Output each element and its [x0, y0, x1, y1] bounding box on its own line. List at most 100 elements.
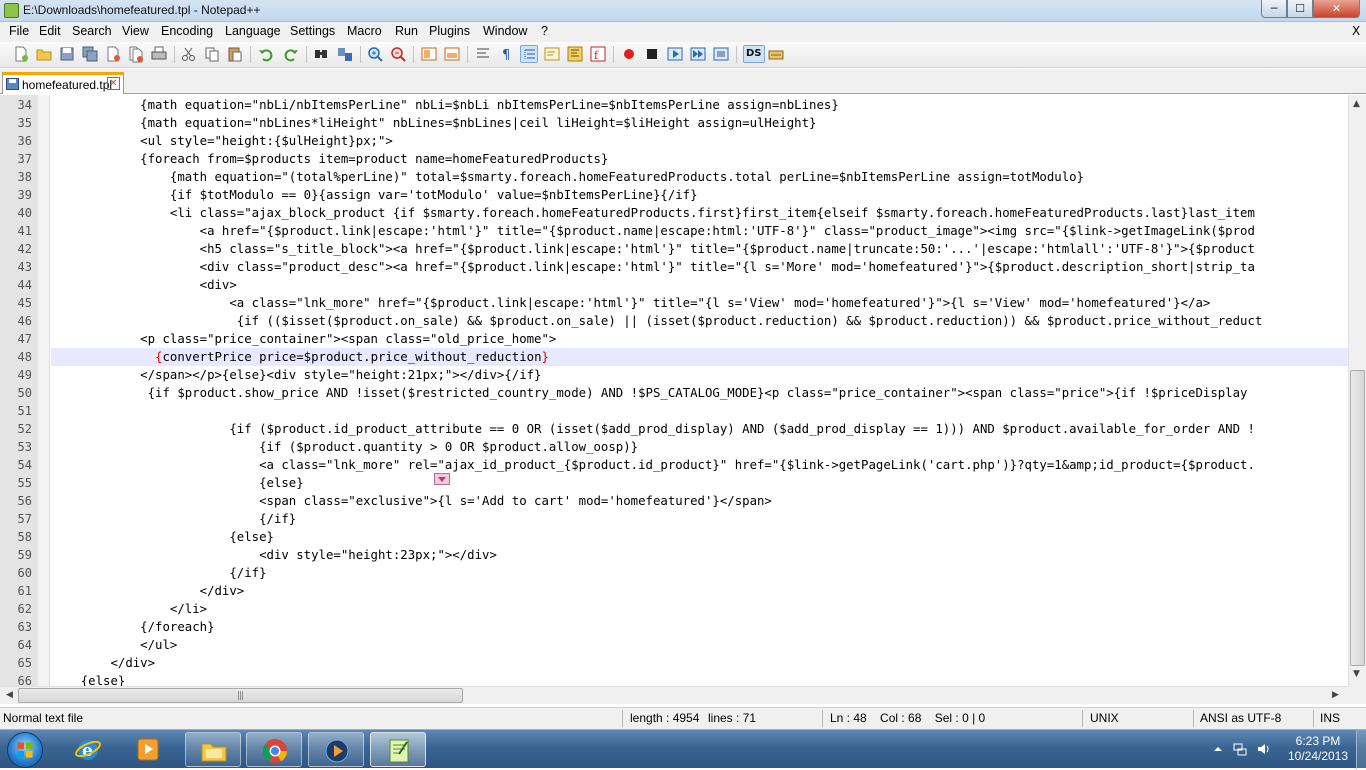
menu-settings[interactable]: Settings: [290, 24, 335, 38]
spell-check-icon[interactable]: [767, 45, 785, 63]
code-line[interactable]: 44 <div>: [0, 276, 1348, 294]
code-line[interactable]: 43 <div class="product_desc"><a href="{$…: [0, 258, 1348, 276]
code-line[interactable]: 48 {convertPrice price=$product.price_wi…: [0, 348, 1348, 366]
playback-macro-icon[interactable]: [666, 45, 684, 63]
code-line[interactable]: 63 {/foreach}: [0, 618, 1348, 636]
menu-view[interactable]: View: [122, 24, 149, 38]
paste-icon[interactable]: [226, 45, 244, 63]
clock[interactable]: 6:23 PM 10/24/2013: [1282, 734, 1354, 764]
document-map-icon[interactable]: [566, 45, 584, 63]
taskbar-internet-explorer[interactable]: e: [60, 732, 116, 767]
print-icon[interactable]: [150, 45, 168, 63]
code-line[interactable]: 35 {math equation="nbLines*liHeight" nbL…: [0, 114, 1348, 132]
code-line[interactable]: 51: [0, 402, 1348, 420]
zoom-in-icon[interactable]: [366, 45, 384, 63]
ds-plugin-icon[interactable]: DS: [743, 45, 765, 63]
code-line[interactable]: 59 <div style="height:23px;"></div>: [0, 546, 1348, 564]
volume-icon[interactable]: [1256, 741, 1272, 757]
start-button[interactable]: [7, 732, 43, 768]
code-line[interactable]: 54 <a class="lnk_more" rel="ajax_id_prod…: [0, 456, 1348, 474]
maximize-button[interactable]: ☐: [1287, 0, 1313, 18]
menu-search[interactable]: Search: [72, 24, 112, 38]
tab-close-icon[interactable]: ✕: [107, 77, 120, 90]
code-line[interactable]: 56 <span class="exclusive">{l s='Add to …: [0, 492, 1348, 510]
menu-file[interactable]: File: [9, 24, 29, 38]
open-file-icon[interactable]: [35, 45, 53, 63]
vertical-scrollbar[interactable]: ▲ ▼: [1348, 95, 1366, 686]
user-language-icon[interactable]: [543, 45, 561, 63]
code-line[interactable]: 62 </li>: [0, 600, 1348, 618]
taskbar-notepad-plus-plus[interactable]: [370, 732, 426, 767]
code-line[interactable]: 39 {if $totModulo == 0}{assign var='totM…: [0, 186, 1348, 204]
cut-icon[interactable]: [180, 45, 198, 63]
redo-icon[interactable]: [282, 45, 300, 63]
function-list-icon[interactable]: f: [589, 45, 607, 63]
new-file-icon[interactable]: [12, 45, 30, 63]
horizontal-scrollbar[interactable]: ◀ ||| ▶: [0, 686, 1348, 704]
code-line[interactable]: 42 <h5 class="s_title_block"><a href="{$…: [0, 240, 1348, 258]
vertical-scroll-thumb[interactable]: [1350, 370, 1365, 666]
code-line[interactable]: 66 {else}: [0, 672, 1348, 686]
taskbar-media-center[interactable]: [308, 732, 364, 767]
code-editor[interactable]: 34 {math equation="nbLi/nbItemsPerLine" …: [0, 95, 1348, 686]
code-line[interactable]: 46 {if (($isset($product.on_sale) && $pr…: [0, 312, 1348, 330]
code-line[interactable]: 57 {/if}: [0, 510, 1348, 528]
code-line[interactable]: 49 </span></p>{else}<div style="height:2…: [0, 366, 1348, 384]
menu-run[interactable]: Run: [395, 24, 418, 38]
code-line[interactable]: 41 <a href="{$product.link|escape:'html'…: [0, 222, 1348, 240]
stop-record-icon[interactable]: [643, 45, 661, 63]
code-line[interactable]: 47 <p class="price_container"><span clas…: [0, 330, 1348, 348]
menu-window[interactable]: Window: [483, 24, 527, 38]
taskbar-chrome[interactable]: [246, 732, 302, 767]
word-wrap-icon[interactable]: [474, 45, 492, 63]
copy-icon[interactable]: [203, 45, 221, 63]
code-line[interactable]: 58 {else}: [0, 528, 1348, 546]
code-line[interactable]: 60 {/if}: [0, 564, 1348, 582]
close-icon[interactable]: [104, 45, 122, 63]
save-all-icon[interactable]: [81, 45, 99, 63]
horizontal-scroll-thumb[interactable]: |||: [18, 688, 463, 703]
code-line[interactable]: 61 </div>: [0, 582, 1348, 600]
record-macro-icon[interactable]: [620, 45, 638, 63]
code-line[interactable]: 45 <a class="lnk_more" href="{$product.l…: [0, 294, 1348, 312]
menu-language[interactable]: Language: [225, 24, 281, 38]
taskbar-media-player[interactable]: [120, 732, 176, 767]
code-line[interactable]: 38 {math equation="(total%perLine)" tota…: [0, 168, 1348, 186]
show-desktop-button[interactable]: [1356, 730, 1366, 769]
code-line[interactable]: 50 {if $product.show_price AND !isset($r…: [0, 384, 1348, 402]
find-icon[interactable]: [312, 45, 330, 63]
code-line[interactable]: 36 <ul style="height:{$ulHeight}px;">: [0, 132, 1348, 150]
undo-icon[interactable]: [257, 45, 275, 63]
scroll-right-icon[interactable]: ▶: [1332, 690, 1339, 700]
code-line[interactable]: 55 {else}: [0, 474, 1348, 492]
taskbar-file-explorer[interactable]: [185, 732, 241, 767]
scroll-up-icon[interactable]: ▲: [1353, 99, 1360, 109]
close-document-button[interactable]: X: [1352, 24, 1360, 38]
menu-help[interactable]: ?: [541, 24, 548, 38]
network-icon[interactable]: [1232, 741, 1248, 757]
run-macro-multiple-icon[interactable]: [689, 45, 707, 63]
tab-homefeatured[interactable]: homefeatured.tpl ✕: [2, 72, 124, 94]
menu-edit[interactable]: Edit: [39, 24, 61, 38]
code-line[interactable]: 53 {if ($product.quantity > 0 OR $produc…: [0, 438, 1348, 456]
code-line[interactable]: 64 </ul>: [0, 636, 1348, 654]
sync-horizontal-icon[interactable]: [443, 45, 461, 63]
scroll-left-icon[interactable]: ◀: [6, 690, 13, 700]
save-macro-icon[interactable]: [712, 45, 730, 63]
close-window-button[interactable]: ✕: [1313, 0, 1360, 18]
zoom-out-icon[interactable]: [389, 45, 407, 63]
sync-vertical-icon[interactable]: [420, 45, 438, 63]
close-all-icon[interactable]: [127, 45, 145, 63]
menu-encoding[interactable]: Encoding: [161, 24, 213, 38]
code-line[interactable]: 52 {if ($product.id_product_attribute ==…: [0, 420, 1348, 438]
show-hidden-icons-icon[interactable]: [1210, 741, 1226, 757]
replace-icon[interactable]: [336, 45, 354, 63]
save-icon[interactable]: [58, 45, 76, 63]
minimize-button[interactable]: ─: [1261, 0, 1287, 18]
show-all-chars-icon[interactable]: ¶: [497, 45, 515, 63]
menu-macro[interactable]: Macro: [347, 24, 382, 38]
code-line[interactable]: 37 {foreach from=$products item=product …: [0, 150, 1348, 168]
code-line[interactable]: 40 <li class="ajax_block_product {if $sm…: [0, 204, 1348, 222]
code-line[interactable]: 34 {math equation="nbLi/nbItemsPerLine" …: [0, 96, 1348, 114]
code-line[interactable]: 65 </div>: [0, 654, 1348, 672]
